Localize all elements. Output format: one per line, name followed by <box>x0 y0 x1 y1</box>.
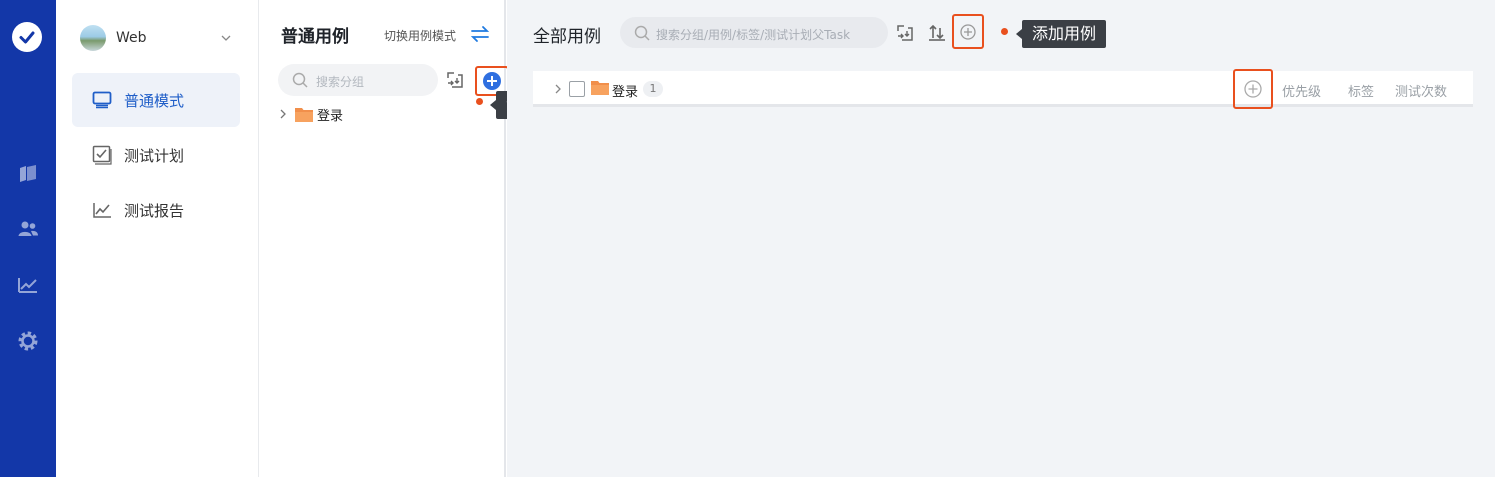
folder-icon <box>295 107 313 122</box>
add-case-row-button[interactable] <box>1233 69 1273 109</box>
chevron-right-icon[interactable] <box>277 108 289 120</box>
upload-icon[interactable] <box>927 22 947 42</box>
search-icon <box>292 72 308 88</box>
search-icon <box>634 25 650 41</box>
monitor-icon <box>92 91 112 109</box>
settings-gear-icon[interactable] <box>17 330 39 352</box>
main-panel: 全部用例 搜索分组/用例/标签/测试计划父Task 添加用例 登录 1 优先级 … <box>507 0 1495 477</box>
plus-circle-icon <box>483 72 501 90</box>
project-avatar <box>80 25 106 51</box>
switch-mode-link[interactable]: 切换用例模式 <box>384 27 456 44</box>
app-window: Web 普通模式 测试计划 测试报告 普通用例 切换用例模式 搜索分组 登录 全… <box>0 0 1495 477</box>
chevron-right-icon[interactable] <box>553 83 563 95</box>
nav-item-test-plan[interactable]: 测试计划 <box>72 128 240 182</box>
column-priority[interactable]: 优先级 <box>1282 81 1321 100</box>
nav-item-label: 测试报告 <box>124 201 185 220</box>
group-search-input[interactable]: 搜索分组 <box>278 64 438 96</box>
tree-item-login[interactable]: 登录 <box>277 104 343 124</box>
group-panel: 普通用例 切换用例模式 搜索分组 添加分组 登录 <box>259 0 533 477</box>
plan-checkbox-icon <box>92 145 112 165</box>
trend-chart-icon <box>93 203 111 218</box>
nav-item-label: 普通模式 <box>124 91 185 110</box>
check-logo[interactable] <box>12 22 42 52</box>
swap-arrows-icon[interactable] <box>470 24 490 44</box>
add-case-tooltip: 添加用例 <box>1015 20 1107 48</box>
module-sidebar: Web 普通模式 测试计划 测试报告 <box>56 0 259 477</box>
project-name: Web <box>116 30 147 46</box>
tooltip-dot <box>1001 28 1008 35</box>
cases-icon[interactable] <box>17 162 39 184</box>
project-selector[interactable]: Web <box>80 24 240 52</box>
tree-item-label: 登录 <box>317 108 344 124</box>
import-icon[interactable] <box>896 24 914 42</box>
case-table-header: 登录 1 优先级 标签 测试次数 <box>533 69 1473 109</box>
folder-icon <box>591 81 609 95</box>
members-icon[interactable] <box>17 218 39 240</box>
select-all-checkbox[interactable] <box>569 81 585 97</box>
case-count-badge: 1 <box>643 81 663 97</box>
nav-item-normal-mode[interactable]: 普通模式 <box>72 73 240 127</box>
main-title: 全部用例 <box>533 27 601 47</box>
import-icon[interactable] <box>446 71 464 89</box>
plus-circle-icon <box>960 24 976 40</box>
chevron-down-icon <box>221 35 231 41</box>
tooltip-dot <box>476 98 483 105</box>
column-test-count[interactable]: 测试次数 <box>1395 81 1447 100</box>
folder-label: 登录 <box>612 85 639 100</box>
search-placeholder: 搜索分组/用例/标签/测试计划父Task <box>656 28 851 42</box>
report-trend-icon[interactable] <box>17 274 39 296</box>
nav-item-test-report[interactable]: 测试报告 <box>72 183 240 237</box>
plus-circle-icon <box>1244 80 1262 98</box>
group-panel-title: 普通用例 <box>281 27 349 47</box>
nav-item-label: 测试计划 <box>124 146 185 165</box>
icon-rail <box>0 0 56 477</box>
case-search-input[interactable]: 搜索分组/用例/标签/测试计划父Task <box>620 17 888 48</box>
add-case-button[interactable] <box>952 14 984 49</box>
search-placeholder: 搜索分组 <box>316 75 365 89</box>
column-tags[interactable]: 标签 <box>1348 81 1374 100</box>
